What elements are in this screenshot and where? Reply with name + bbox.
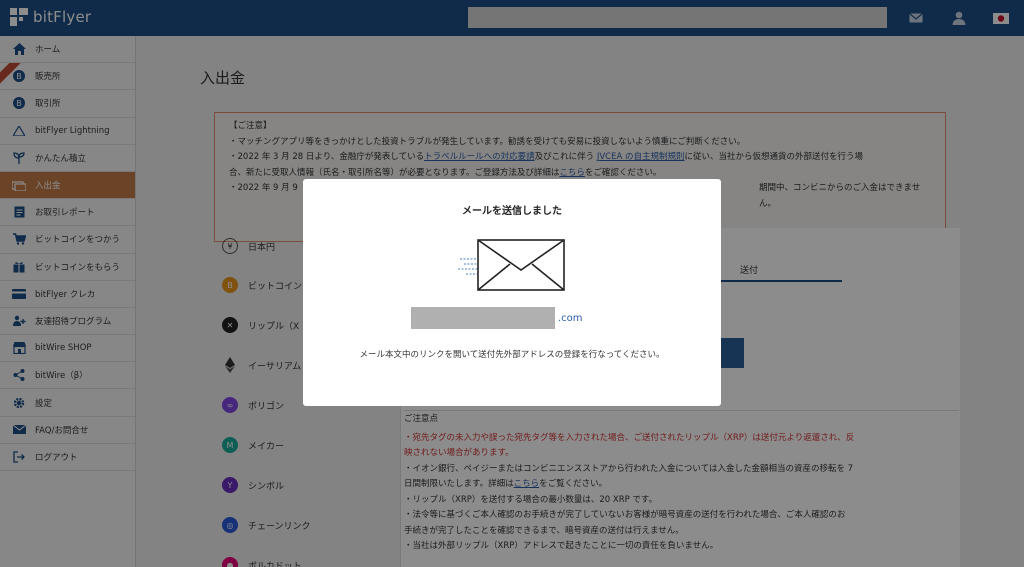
email-sent-dialog: メールを送信しました .com メール本文中のリンクを開いて送付先外部アドレスの… bbox=[303, 179, 721, 406]
email-domain: .com bbox=[558, 312, 583, 324]
email-redaction bbox=[411, 307, 555, 329]
dialog-title: メールを送信しました bbox=[462, 206, 562, 217]
envelope-icon bbox=[458, 237, 568, 293]
dialog-message: メール本文中のリンクを開いて送付先外部アドレスの登録を行なってください。 bbox=[359, 350, 665, 360]
email-address: .com bbox=[411, 307, 583, 329]
